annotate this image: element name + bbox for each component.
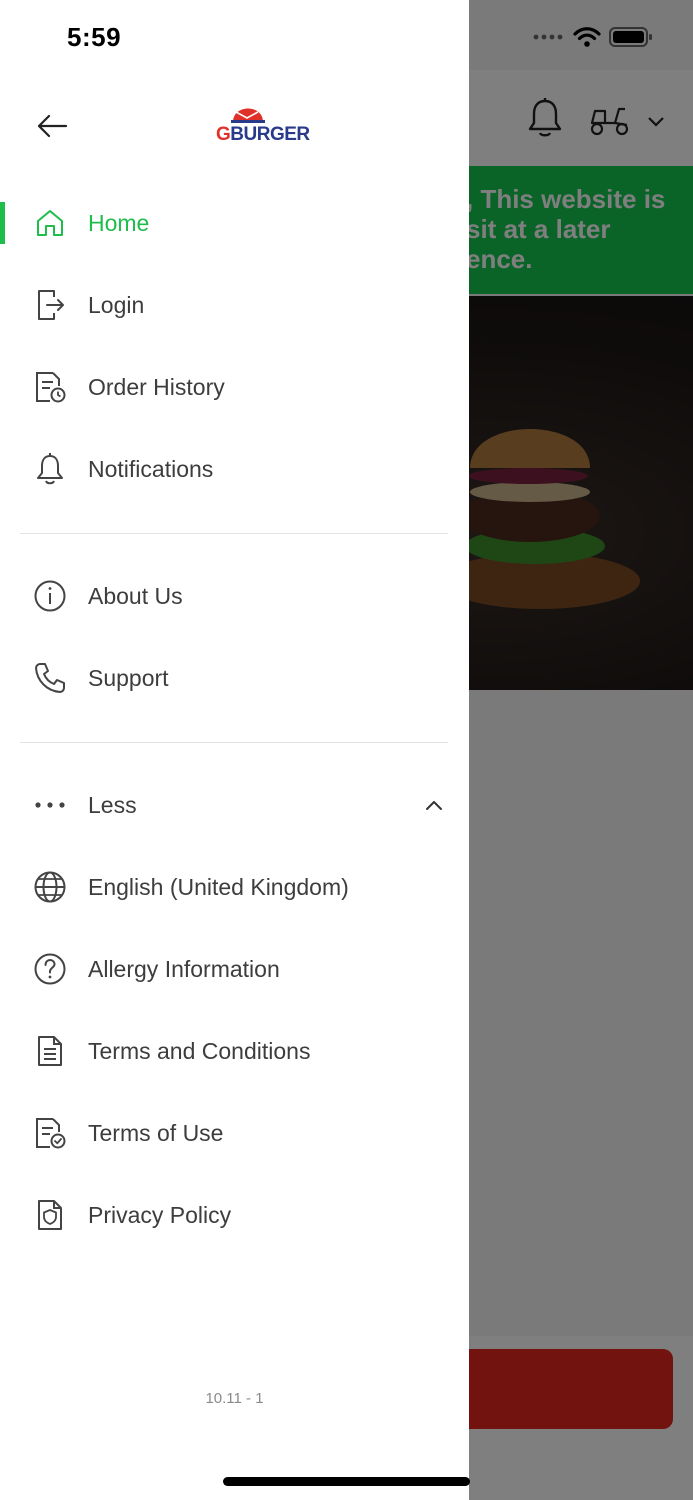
phone-icon	[33, 661, 67, 695]
menu-label-about-us: About Us	[88, 582, 183, 609]
menu-label-support: Support	[88, 664, 169, 691]
menu-label-language: English (United Kingdom)	[88, 873, 349, 900]
menu-label-notifications: Notifications	[88, 455, 214, 482]
app-version: 10.11 - 1	[205, 1390, 264, 1407]
menu-item-terms-of-use[interactable]: Terms of Use	[0, 1097, 469, 1169]
status-icons	[533, 26, 653, 48]
menu-item-language[interactable]: English (United Kingdom)	[0, 851, 469, 923]
menu-item-notifications[interactable]: Notifications	[0, 433, 469, 505]
battery-icon	[609, 27, 652, 47]
menu-label-home: Home	[88, 209, 150, 236]
menu-label-terms-of-use: Terms of Use	[88, 1119, 224, 1146]
privacy-shield-icon	[33, 1198, 67, 1232]
menu-label-login: Login	[88, 291, 145, 318]
wifi-icon	[573, 27, 601, 47]
menu-item-about-us[interactable]: About Us	[0, 560, 469, 632]
menu-toggle-less[interactable]: Less	[0, 769, 469, 841]
menu-item-support[interactable]: Support	[0, 642, 469, 714]
cellular-signal-icon	[533, 34, 563, 40]
brand-logo-text: GBURGER	[216, 124, 310, 146]
login-icon	[33, 288, 67, 322]
bell-icon	[33, 452, 67, 486]
menu-item-allergy-information[interactable]: Allergy Information	[0, 933, 469, 1005]
menu-item-order-history[interactable]: Order History	[0, 351, 469, 423]
menu-item-terms-and-conditions[interactable]: Terms and Conditions	[0, 1015, 469, 1087]
home-icon	[33, 206, 67, 240]
document-icon	[33, 1034, 67, 1068]
document-check-icon	[33, 1116, 67, 1150]
home-indicator[interactable]	[223, 1477, 470, 1486]
info-icon	[33, 579, 67, 613]
menu-item-home[interactable]: Home	[0, 187, 469, 259]
menu-divider-1	[20, 533, 448, 534]
logo-prefix: G	[216, 124, 231, 145]
globe-icon	[33, 870, 67, 904]
order-history-icon	[33, 370, 67, 404]
help-circle-icon	[33, 952, 67, 986]
menu-divider-2	[20, 742, 448, 743]
menu-item-privacy-policy[interactable]: Privacy Policy	[0, 1179, 469, 1251]
menu-label-order-history: Order History	[88, 373, 225, 400]
status-time: 5:59	[67, 22, 122, 52]
logo-suffix: BURGER	[230, 124, 310, 145]
chevron-up-icon	[426, 801, 442, 810]
menu-label-allergy-information: Allergy Information	[88, 955, 280, 982]
menu-label-privacy-policy: Privacy Policy	[88, 1201, 232, 1228]
more-dots-icon	[33, 788, 67, 822]
back-button[interactable]	[30, 106, 74, 146]
menu-item-login[interactable]: Login	[0, 269, 469, 341]
arrow-left-icon	[37, 114, 68, 138]
menu-label-terms-and-conditions: Terms and Conditions	[88, 1037, 311, 1064]
navigation-drawer: 5:59 GBURGER Home Login Order History No…	[0, 0, 469, 1500]
menu-label-less: Less	[88, 791, 137, 818]
